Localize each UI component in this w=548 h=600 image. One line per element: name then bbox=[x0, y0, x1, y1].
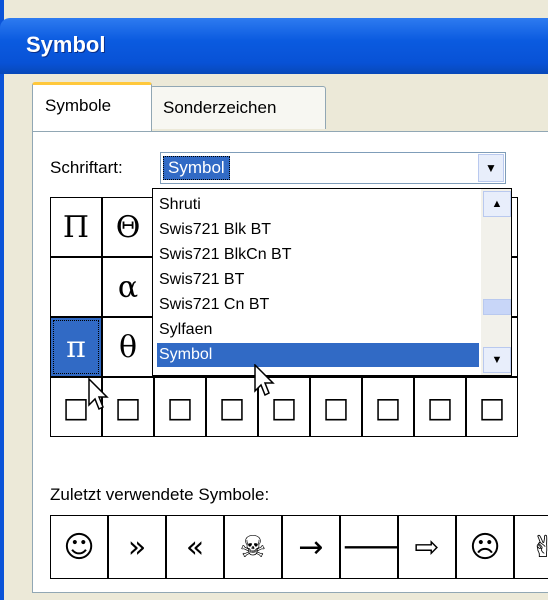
title-bar[interactable]: Symbol bbox=[0, 18, 548, 74]
mouse-cursor-icon bbox=[88, 378, 109, 411]
font-list-item[interactable]: Swis721 BT bbox=[157, 268, 479, 292]
recent-symbol-cell[interactable]: ⇨ bbox=[398, 515, 456, 579]
scroll-up-icon[interactable]: ▲ bbox=[483, 191, 511, 217]
recent-symbol-cell[interactable]: ☹ bbox=[456, 515, 514, 579]
font-list-item[interactable]: Symbol bbox=[157, 343, 479, 367]
recent-symbol-cell[interactable]: 🡒 bbox=[340, 515, 421, 579]
symbol-cell[interactable]: □ bbox=[466, 377, 518, 437]
symbol-cell[interactable]: Θ bbox=[102, 197, 154, 257]
recent-symbol-cell[interactable]: → bbox=[282, 515, 340, 579]
symbol-cell[interactable]: Π bbox=[50, 197, 102, 257]
chevron-down-icon[interactable]: ▼ bbox=[478, 154, 504, 182]
symbol-cell[interactable]: □ bbox=[310, 377, 362, 437]
font-combobox[interactable]: Symbol ▼ bbox=[160, 152, 506, 184]
window-title: Symbol bbox=[26, 32, 106, 57]
symbol-cell[interactable]: π bbox=[50, 317, 102, 377]
font-list-item[interactable]: Swis721 BlkCn BT bbox=[157, 243, 479, 267]
font-selected-value: Symbol bbox=[163, 156, 230, 180]
recent-symbol-cell[interactable]: « bbox=[166, 515, 224, 579]
font-label: Schriftart: bbox=[50, 158, 123, 177]
font-list-item[interactable]: Swis721 Blk BT bbox=[157, 218, 479, 242]
font-list-item[interactable]: Sylfaen bbox=[157, 318, 479, 342]
symbol-cell[interactable]: □ bbox=[206, 377, 258, 437]
symbol-cell[interactable]: □ bbox=[154, 377, 206, 437]
recent-symbol-cell[interactable]: ☠ bbox=[224, 515, 282, 579]
tab-sonderzeichen[interactable]: Sonderzeichen bbox=[150, 86, 326, 129]
recent-symbol-cell[interactable]: ✌ bbox=[514, 515, 548, 579]
symbol-cell[interactable] bbox=[50, 257, 102, 317]
symbol-cell[interactable]: θ bbox=[102, 317, 154, 377]
symbol-cell[interactable]: □ bbox=[362, 377, 414, 437]
tab-symbole[interactable]: Symbole bbox=[32, 82, 152, 131]
recent-symbol-cell[interactable]: ☺ bbox=[50, 515, 108, 579]
font-list-item[interactable]: Shruti bbox=[157, 193, 479, 217]
symbol-cell[interactable]: α bbox=[102, 257, 154, 317]
list-scrollbar[interactable]: ▲ ▼ bbox=[481, 189, 511, 375]
mouse-cursor-icon bbox=[254, 364, 275, 397]
font-dropdown-list[interactable]: Shruti Swis721 Blk BT Swis721 BlkCn BT Swis… bbox=[152, 188, 512, 376]
recent-symbols-label: Zuletzt verwendete Symbole: bbox=[50, 485, 270, 504]
symbol-cell[interactable]: □ bbox=[414, 377, 466, 437]
recent-symbol-cell[interactable]: » bbox=[108, 515, 166, 579]
scroll-down-icon[interactable]: ▼ bbox=[483, 347, 511, 373]
font-list-item[interactable]: Swis721 Cn BT bbox=[157, 293, 479, 317]
scroll-thumb[interactable] bbox=[483, 299, 511, 315]
